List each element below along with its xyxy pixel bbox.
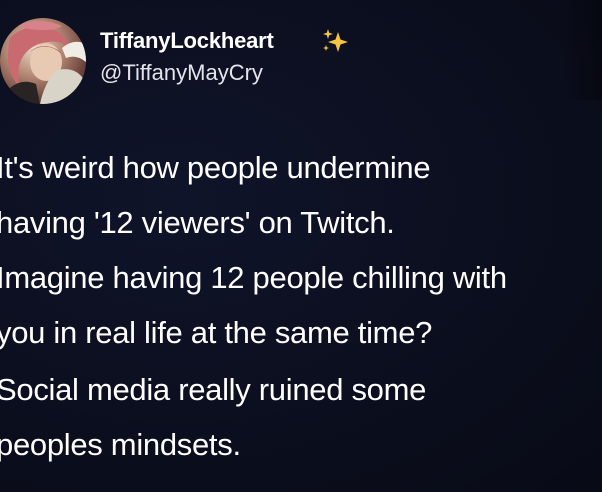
user-handle[interactable]: @TiffanyMayCry — [100, 60, 263, 86]
avatar[interactable] — [0, 18, 86, 104]
sparkles-icon — [323, 29, 348, 52]
tweet-card: TiffanyLockheart @TiffanyMayCry It's wei… — [0, 0, 602, 492]
tweet-paragraph: Social media really ruined some peoples … — [0, 372, 427, 462]
tweet-header: TiffanyLockheart @TiffanyMayCry — [0, 12, 602, 104]
display-name[interactable]: TiffanyLockheart — [100, 28, 274, 54]
tweet-body: It's weird how people undermine having '… — [0, 140, 602, 472]
avatar-image — [0, 21, 86, 104]
tweet-paragraph: It's weird how people undermine having '… — [0, 150, 507, 350]
